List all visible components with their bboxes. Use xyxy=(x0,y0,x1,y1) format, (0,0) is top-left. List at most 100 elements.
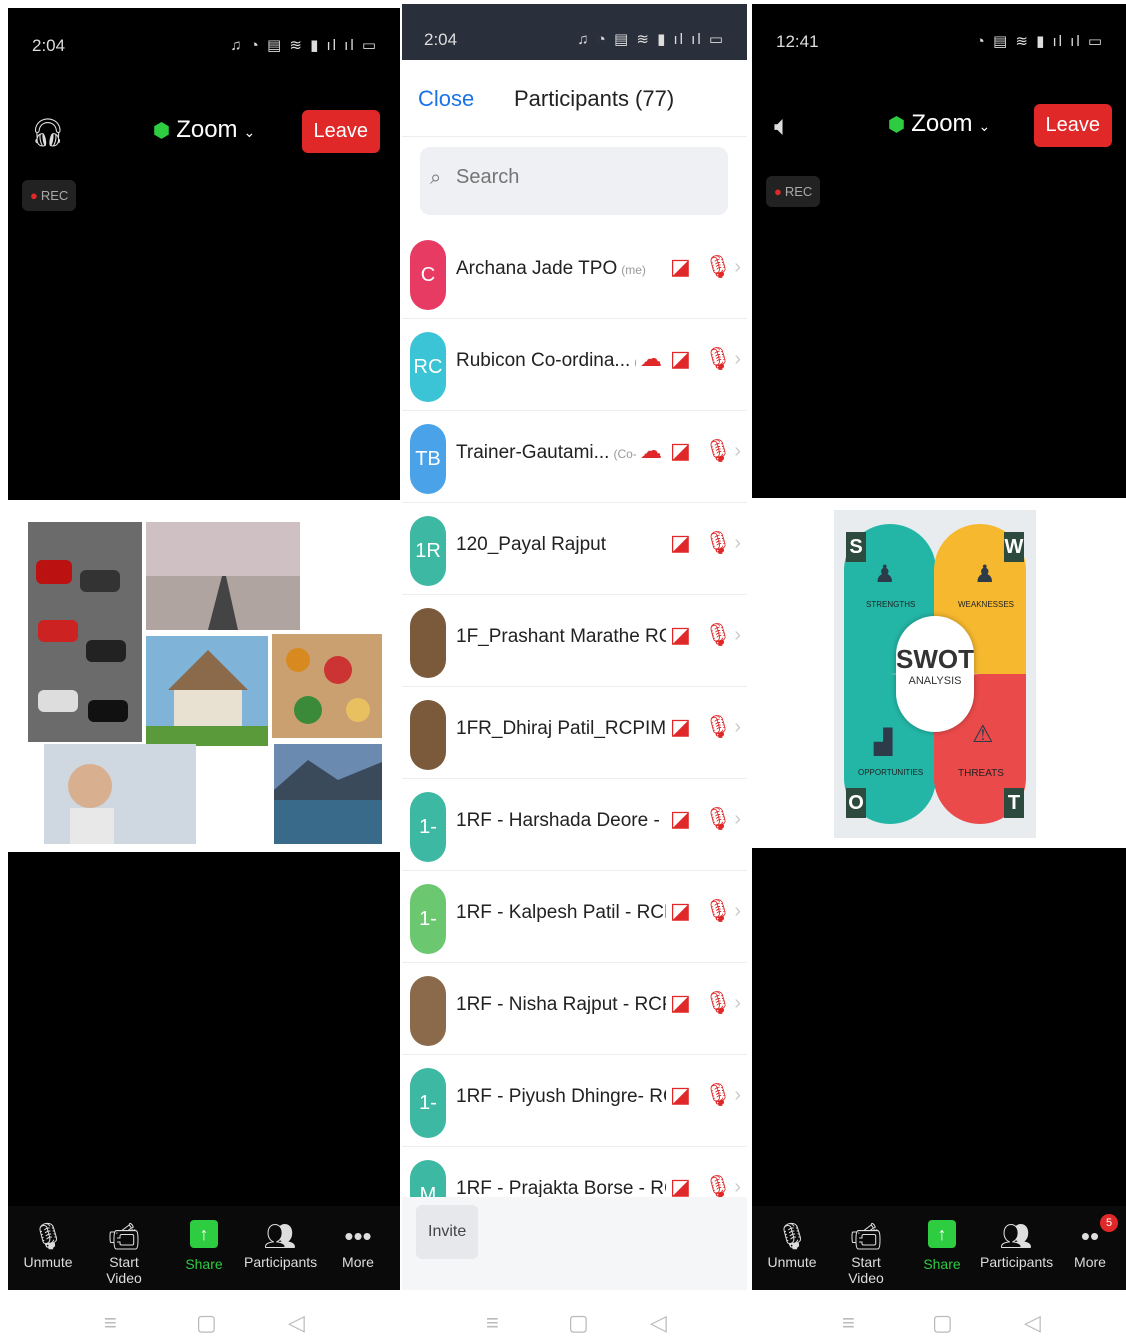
meeting-toolbar: 🎙︎ Unmute 📹︎ Start Video ↑ Share 👥︎ Part… xyxy=(752,1206,1126,1290)
participant-row[interactable]: 1- 1RF - Piyush Dhingre- RCP ◪ 🎙︎ › xyxy=(402,1054,747,1147)
swot-letter-w: W xyxy=(1004,532,1024,562)
participant-row[interactable]: RC Rubicon Co-ordina...(Host) ☁ ◪ 🎙︎ › xyxy=(402,318,747,411)
chevron-right-icon: › xyxy=(734,1084,741,1106)
home-nav-icon[interactable]: ▢ xyxy=(932,1310,953,1336)
invite-button[interactable]: Invite xyxy=(416,1205,479,1259)
video-off-icon: ◪ xyxy=(670,898,691,923)
more-button[interactable]: ••• More xyxy=(338,1218,378,1270)
video-off-icon: 📹︎ xyxy=(849,1221,883,1251)
video-off-icon: 📹︎ xyxy=(107,1221,141,1251)
meeting-screen-left: 2:04 ♫ ◔ ▤ ≋ ▮ ıl ıl ▭ 🎧︎ ⬢ Zoom ⌄ Leave ●… xyxy=(8,8,400,1290)
video-off-icon: ◪ xyxy=(670,714,691,739)
participants-button[interactable]: 👥︎ Participants xyxy=(244,1218,317,1270)
weaknesses-label: WEAKNESSES xyxy=(958,600,1015,609)
search-icon: ⌕ xyxy=(430,167,442,189)
search-box[interactable]: ⌕ xyxy=(420,147,728,215)
participant-row[interactable]: 1F_Prashant Marathe RCP I... ◪ 🎙︎ › xyxy=(402,594,747,687)
video-off-icon: ◪ xyxy=(670,530,691,555)
menu-nav-icon[interactable]: ≡ xyxy=(486,1310,499,1336)
back-nav-icon[interactable]: ◁ xyxy=(650,1310,667,1336)
participants-icon: 👥︎ xyxy=(999,1221,1033,1251)
android-nav-bar: ≡ ▢ ◁ xyxy=(8,1302,400,1342)
participants-button[interactable]: 👥︎ Participants xyxy=(980,1218,1053,1270)
avatar-photo xyxy=(410,976,446,1046)
share-button[interactable]: ↑ Share xyxy=(922,1218,962,1272)
participants-header: Close Participants (77) xyxy=(402,60,747,137)
meeting-title[interactable]: ⬢ Zoom ⌄ xyxy=(888,110,991,138)
participant-name: 1RF - Kalpesh Patil - RCP xyxy=(456,902,666,923)
strengths-label: STRENGTHS xyxy=(866,600,916,609)
speaker-icon[interactable]: 🔈︎ xyxy=(774,110,791,143)
mic-muted-icon: 🎙︎ xyxy=(704,1174,732,1199)
participant-name: 1F_Prashant Marathe RCP I... xyxy=(456,626,666,647)
leave-button[interactable]: Leave xyxy=(1033,104,1112,147)
unmute-button[interactable]: 🎙︎ Unmute xyxy=(22,1218,74,1270)
mic-muted-icon: 🎙︎ xyxy=(775,1221,809,1251)
meeting-title[interactable]: ⬢ Zoom ⌄ xyxy=(153,116,256,144)
share-button[interactable]: ↑ Share xyxy=(184,1218,224,1272)
android-nav-bar: ≡ ▢ ◁ xyxy=(380,1302,772,1342)
back-nav-icon[interactable]: ◁ xyxy=(288,1310,305,1336)
participant-name: 1FR_Dhiraj Patil_RCPIMRD xyxy=(456,718,666,739)
participants-screen: 2:04 ♫ ◔ ▤ ≋ ▮ ıl ıl ▭ Close Participant… xyxy=(402,4,747,1290)
participant-row[interactable]: 1R 120_Payal Rajput ◪ 🎙︎ › xyxy=(402,502,747,595)
mic-muted-icon: 🎙︎ xyxy=(704,438,732,463)
participant-name: 1RF - Piyush Dhingre- RCP xyxy=(456,1086,666,1107)
participant-row[interactable]: 1- 1RF - Kalpesh Patil - RCP ◪ 🎙︎ › xyxy=(402,870,747,963)
unmute-button[interactable]: 🎙︎ Unmute xyxy=(766,1218,818,1270)
more-button[interactable]: •• 5 More xyxy=(1072,1214,1118,1270)
status-time: 2:04 xyxy=(32,36,66,55)
close-button[interactable]: Close xyxy=(418,86,474,112)
more-icon: •• 5 xyxy=(1072,1214,1118,1254)
share-icon: ↑ xyxy=(928,1220,956,1248)
chevron-right-icon: › xyxy=(734,348,741,370)
back-nav-icon[interactable]: ◁ xyxy=(1024,1310,1041,1336)
menu-nav-icon[interactable]: ≡ xyxy=(842,1310,855,1336)
collage-image xyxy=(28,522,382,844)
mic-muted-icon: 🎙︎ xyxy=(704,806,732,831)
participant-row[interactable]: TB Trainer-Gautami...(Co-host) ☁ ◪ 🎙︎ › xyxy=(402,410,747,503)
search-input[interactable] xyxy=(454,165,708,190)
participant-row[interactable]: 1RF - Nisha Rajput - RCP ◪ 🎙︎ › xyxy=(402,962,747,1055)
chevron-right-icon: › xyxy=(734,900,741,922)
record-dot-icon: ● xyxy=(30,188,38,203)
opportunities-label: OPPORTUNITIES xyxy=(858,768,924,777)
avatar: TB xyxy=(410,424,446,494)
video-off-icon: ◪ xyxy=(670,438,691,463)
swot-center: SWOT ANALYSIS xyxy=(896,616,974,732)
participant-name: Rubicon Co-ordina...(Host) xyxy=(456,350,636,371)
video-off-icon: ◪ xyxy=(670,346,691,371)
participant-name: 1RF - Prajakta Borse - RCP xyxy=(456,1178,666,1199)
mic-muted-icon: 🎙︎ xyxy=(704,990,732,1015)
participant-row[interactable]: M 1RF - Prajakta Borse - RCP ◪ 🎙︎ › xyxy=(402,1146,747,1199)
swot-image: S W O T ♟ ♟ ▟ ⚠ STRENGTHS WEAKNESSES OPP… xyxy=(834,510,1036,838)
swot-letter-s: S xyxy=(846,532,866,562)
participant-row[interactable]: C Archana Jade TPO (me) ◪ 🎙︎ › xyxy=(402,226,747,319)
home-nav-icon[interactable]: ▢ xyxy=(196,1310,217,1336)
start-video-button[interactable]: 📹︎ Start Video xyxy=(92,1218,156,1286)
chevron-right-icon: › xyxy=(734,716,741,738)
chevron-right-icon: › xyxy=(734,256,741,278)
video-off-icon: ◪ xyxy=(670,990,691,1015)
home-nav-icon[interactable]: ▢ xyxy=(568,1310,589,1336)
headset-icon[interactable]: 🎧︎ xyxy=(30,116,66,149)
mic-muted-icon: 🎙︎ xyxy=(704,1082,732,1107)
menu-nav-icon[interactable]: ≡ xyxy=(104,1310,117,1336)
chevron-right-icon: › xyxy=(734,624,741,646)
swot-subheading: ANALYSIS xyxy=(908,675,962,687)
avatar: C xyxy=(410,240,446,310)
participant-name: 120_Payal Rajput xyxy=(456,534,606,555)
mic-muted-icon: 🎙︎ xyxy=(704,530,732,555)
participant-row[interactable]: 1- 1RF - Harshada Deore - RCPI... ◪ 🎙︎ › xyxy=(402,778,747,871)
share-icon: ↑ xyxy=(190,1220,218,1248)
start-video-button[interactable]: 📹︎ Start Video xyxy=(834,1218,898,1286)
leave-button[interactable]: Leave xyxy=(301,110,380,153)
participant-name: 1RF - Nisha Rajput - RCP xyxy=(456,994,666,1015)
chevron-right-icon: › xyxy=(734,992,741,1014)
recording-cloud-icon: ☁ xyxy=(640,346,662,371)
participant-name: Archana Jade TPO (me) xyxy=(456,258,646,279)
person-icon: ♟ xyxy=(874,561,896,588)
participant-row[interactable]: 1FR_Dhiraj Patil_RCPIMRD ◪ 🎙︎ › xyxy=(402,686,747,779)
chevron-right-icon: › xyxy=(734,1176,741,1198)
status-icons: ♫ ◔ ▤ ≋ ▮ ıl ıl ▭ xyxy=(577,31,725,48)
